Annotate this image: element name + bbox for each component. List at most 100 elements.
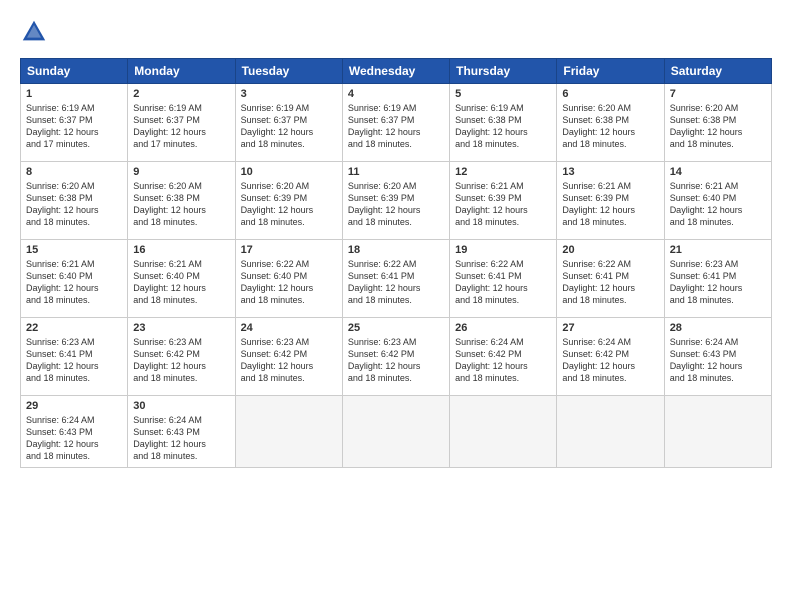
day-info: Sunrise: 6:22 AMSunset: 6:41 PMDaylight:… [348,258,444,307]
day-number: 4 [348,88,444,100]
day-number: 26 [455,322,551,334]
calendar-day-cell: 11 Sunrise: 6:20 AMSunset: 6:39 PMDayligh… [342,162,449,240]
day-info: Sunrise: 6:21 AMSunset: 6:39 PMDaylight:… [455,180,551,229]
calendar-day-cell: 14Sunrise: 6:21 AMSunset: 6:40 PMDayligh… [664,162,771,240]
calendar-week-row: 22 Sunrise: 6:23 AMSunset: 6:41 PMDayligh… [21,318,772,396]
calendar-header-row: SundayMondayTuesdayWednesdayThursdayFrid… [21,59,772,84]
day-number: 1 [26,88,122,100]
day-info: Sunrise: 6:19 AMSunset: 6:37 PMDaylight:… [133,102,229,151]
day-number: 22 [26,322,122,334]
day-number: 23 [133,322,229,334]
calendar-day-cell: 7 Sunrise: 6:20 AMSunset: 6:38 PMDaylight… [664,84,771,162]
page: SundayMondayTuesdayWednesdayThursdayFrid… [0,0,792,612]
calendar-header-monday: Monday [128,59,235,84]
calendar-week-row: 15 Sunrise: 6:21 AMSunset: 6:40 PMDayligh… [21,240,772,318]
calendar-day-cell [342,396,449,468]
day-number: 28 [670,322,766,334]
day-info: Sunrise: 6:19 AMSunset: 6:37 PMDaylight:… [241,102,337,151]
calendar-day-cell: 12 Sunrise: 6:21 AMSunset: 6:39 PMDayligh… [450,162,557,240]
day-number: 13 [562,166,658,178]
day-info: Sunrise: 6:23 AMSunset: 6:42 PMDaylight:… [348,336,444,385]
day-info: Sunrise: 6:20 AMSunset: 6:39 PMDaylight:… [348,180,444,229]
calendar-day-cell: 1Sunrise: 6:19 AMSunset: 6:37 PMDaylight… [21,84,128,162]
day-info: Sunrise: 6:24 AMSunset: 6:42 PMDaylight:… [455,336,551,385]
day-info: Sunrise: 6:22 AMSunset: 6:41 PMDaylight:… [455,258,551,307]
calendar-day-cell: 19 Sunrise: 6:22 AMSunset: 6:41 PMDayligh… [450,240,557,318]
day-info: Sunrise: 6:23 AMSunset: 6:41 PMDaylight:… [670,258,766,307]
day-info: Sunrise: 6:19 AMSunset: 6:38 PMDaylight:… [455,102,551,151]
day-number: 21 [670,244,766,256]
calendar-day-cell: 17 Sunrise: 6:22 AMSunset: 6:40 PMDayligh… [235,240,342,318]
header [20,18,772,46]
calendar-header-tuesday: Tuesday [235,59,342,84]
day-number: 5 [455,88,551,100]
calendar-day-cell: 30 Sunrise: 6:24 AMSunset: 6:43 PMDayligh… [128,396,235,468]
day-number: 11 [348,166,444,178]
day-number: 10 [241,166,337,178]
day-info: Sunrise: 6:19 AMSunset: 6:37 PMDaylight:… [348,102,444,151]
day-number: 29 [26,400,122,412]
day-number: 12 [455,166,551,178]
calendar-day-cell [664,396,771,468]
calendar-day-cell: 25 Sunrise: 6:23 AMSunset: 6:42 PMDayligh… [342,318,449,396]
calendar-day-cell: 29 Sunrise: 6:24 AMSunset: 6:43 PMDayligh… [21,396,128,468]
day-info: Sunrise: 6:23 AMSunset: 6:41 PMDaylight:… [26,336,122,385]
day-number: 17 [241,244,337,256]
day-number: 15 [26,244,122,256]
day-info: Sunrise: 6:24 AMSunset: 6:43 PMDaylight:… [133,414,229,463]
calendar-day-cell: 13 Sunrise: 6:21 AMSunset: 6:39 PMDayligh… [557,162,664,240]
calendar-day-cell: 23 Sunrise: 6:23 AMSunset: 6:42 PMDayligh… [128,318,235,396]
day-info: Sunrise: 6:21 AMSunset: 6:40 PMDaylight:… [133,258,229,307]
calendar-day-cell: 3 Sunrise: 6:19 AMSunset: 6:37 PMDaylight… [235,84,342,162]
day-info: Sunrise: 6:23 AMSunset: 6:42 PMDaylight:… [133,336,229,385]
calendar-header-wednesday: Wednesday [342,59,449,84]
calendar-day-cell: 20Sunrise: 6:22 AMSunset: 6:41 PMDayligh… [557,240,664,318]
logo-icon [20,18,48,46]
day-number: 3 [241,88,337,100]
calendar-header-saturday: Saturday [664,59,771,84]
day-info: Sunrise: 6:23 AMSunset: 6:42 PMDaylight:… [241,336,337,385]
day-number: 27 [562,322,658,334]
day-info: Sunrise: 6:20 AMSunset: 6:39 PMDaylight:… [241,180,337,229]
calendar-day-cell: 5 Sunrise: 6:19 AMSunset: 6:38 PMDaylight… [450,84,557,162]
calendar-day-cell: 16 Sunrise: 6:21 AMSunset: 6:40 PMDayligh… [128,240,235,318]
calendar-day-cell: 27 Sunrise: 6:24 AMSunset: 6:42 PMDayligh… [557,318,664,396]
day-info: Sunrise: 6:20 AMSunset: 6:38 PMDaylight:… [670,102,766,151]
day-info: Sunrise: 6:21 AMSunset: 6:40 PMDaylight:… [670,180,766,229]
day-info: Sunrise: 6:21 AMSunset: 6:39 PMDaylight:… [562,180,658,229]
calendar-header-friday: Friday [557,59,664,84]
day-info: Sunrise: 6:21 AMSunset: 6:40 PMDaylight:… [26,258,122,307]
calendar: SundayMondayTuesdayWednesdayThursdayFrid… [20,58,772,468]
day-number: 9 [133,166,229,178]
calendar-day-cell: 18 Sunrise: 6:22 AMSunset: 6:41 PMDayligh… [342,240,449,318]
calendar-week-row: 29 Sunrise: 6:24 AMSunset: 6:43 PMDayligh… [21,396,772,468]
day-info: Sunrise: 6:24 AMSunset: 6:43 PMDaylight:… [26,414,122,463]
day-info: Sunrise: 6:20 AMSunset: 6:38 PMDaylight:… [562,102,658,151]
day-number: 19 [455,244,551,256]
day-number: 18 [348,244,444,256]
calendar-day-cell: 22 Sunrise: 6:23 AMSunset: 6:41 PMDayligh… [21,318,128,396]
day-number: 6 [562,88,658,100]
day-number: 24 [241,322,337,334]
logo [20,18,52,46]
day-number: 7 [670,88,766,100]
calendar-day-cell: 24 Sunrise: 6:23 AMSunset: 6:42 PMDayligh… [235,318,342,396]
day-info: Sunrise: 6:22 AMSunset: 6:41 PMDaylight:… [562,258,658,307]
day-info: Sunrise: 6:20 AMSunset: 6:38 PMDaylight:… [133,180,229,229]
calendar-day-cell: 6 Sunrise: 6:20 AMSunset: 6:38 PMDaylight… [557,84,664,162]
calendar-day-cell: 26 Sunrise: 6:24 AMSunset: 6:42 PMDayligh… [450,318,557,396]
calendar-day-cell: 8Sunrise: 6:20 AMSunset: 6:38 PMDaylight… [21,162,128,240]
day-number: 25 [348,322,444,334]
calendar-week-row: 8Sunrise: 6:20 AMSunset: 6:38 PMDaylight… [21,162,772,240]
calendar-day-cell: 28Sunrise: 6:24 AMSunset: 6:43 PMDayligh… [664,318,771,396]
calendar-day-cell: 15 Sunrise: 6:21 AMSunset: 6:40 PMDayligh… [21,240,128,318]
calendar-header-sunday: Sunday [21,59,128,84]
calendar-day-cell: 9 Sunrise: 6:20 AMSunset: 6:38 PMDaylight… [128,162,235,240]
day-info: Sunrise: 6:24 AMSunset: 6:42 PMDaylight:… [562,336,658,385]
calendar-day-cell [557,396,664,468]
calendar-day-cell: 21 Sunrise: 6:23 AMSunset: 6:41 PMDayligh… [664,240,771,318]
day-number: 16 [133,244,229,256]
day-number: 2 [133,88,229,100]
day-number: 30 [133,400,229,412]
day-info: Sunrise: 6:22 AMSunset: 6:40 PMDaylight:… [241,258,337,307]
